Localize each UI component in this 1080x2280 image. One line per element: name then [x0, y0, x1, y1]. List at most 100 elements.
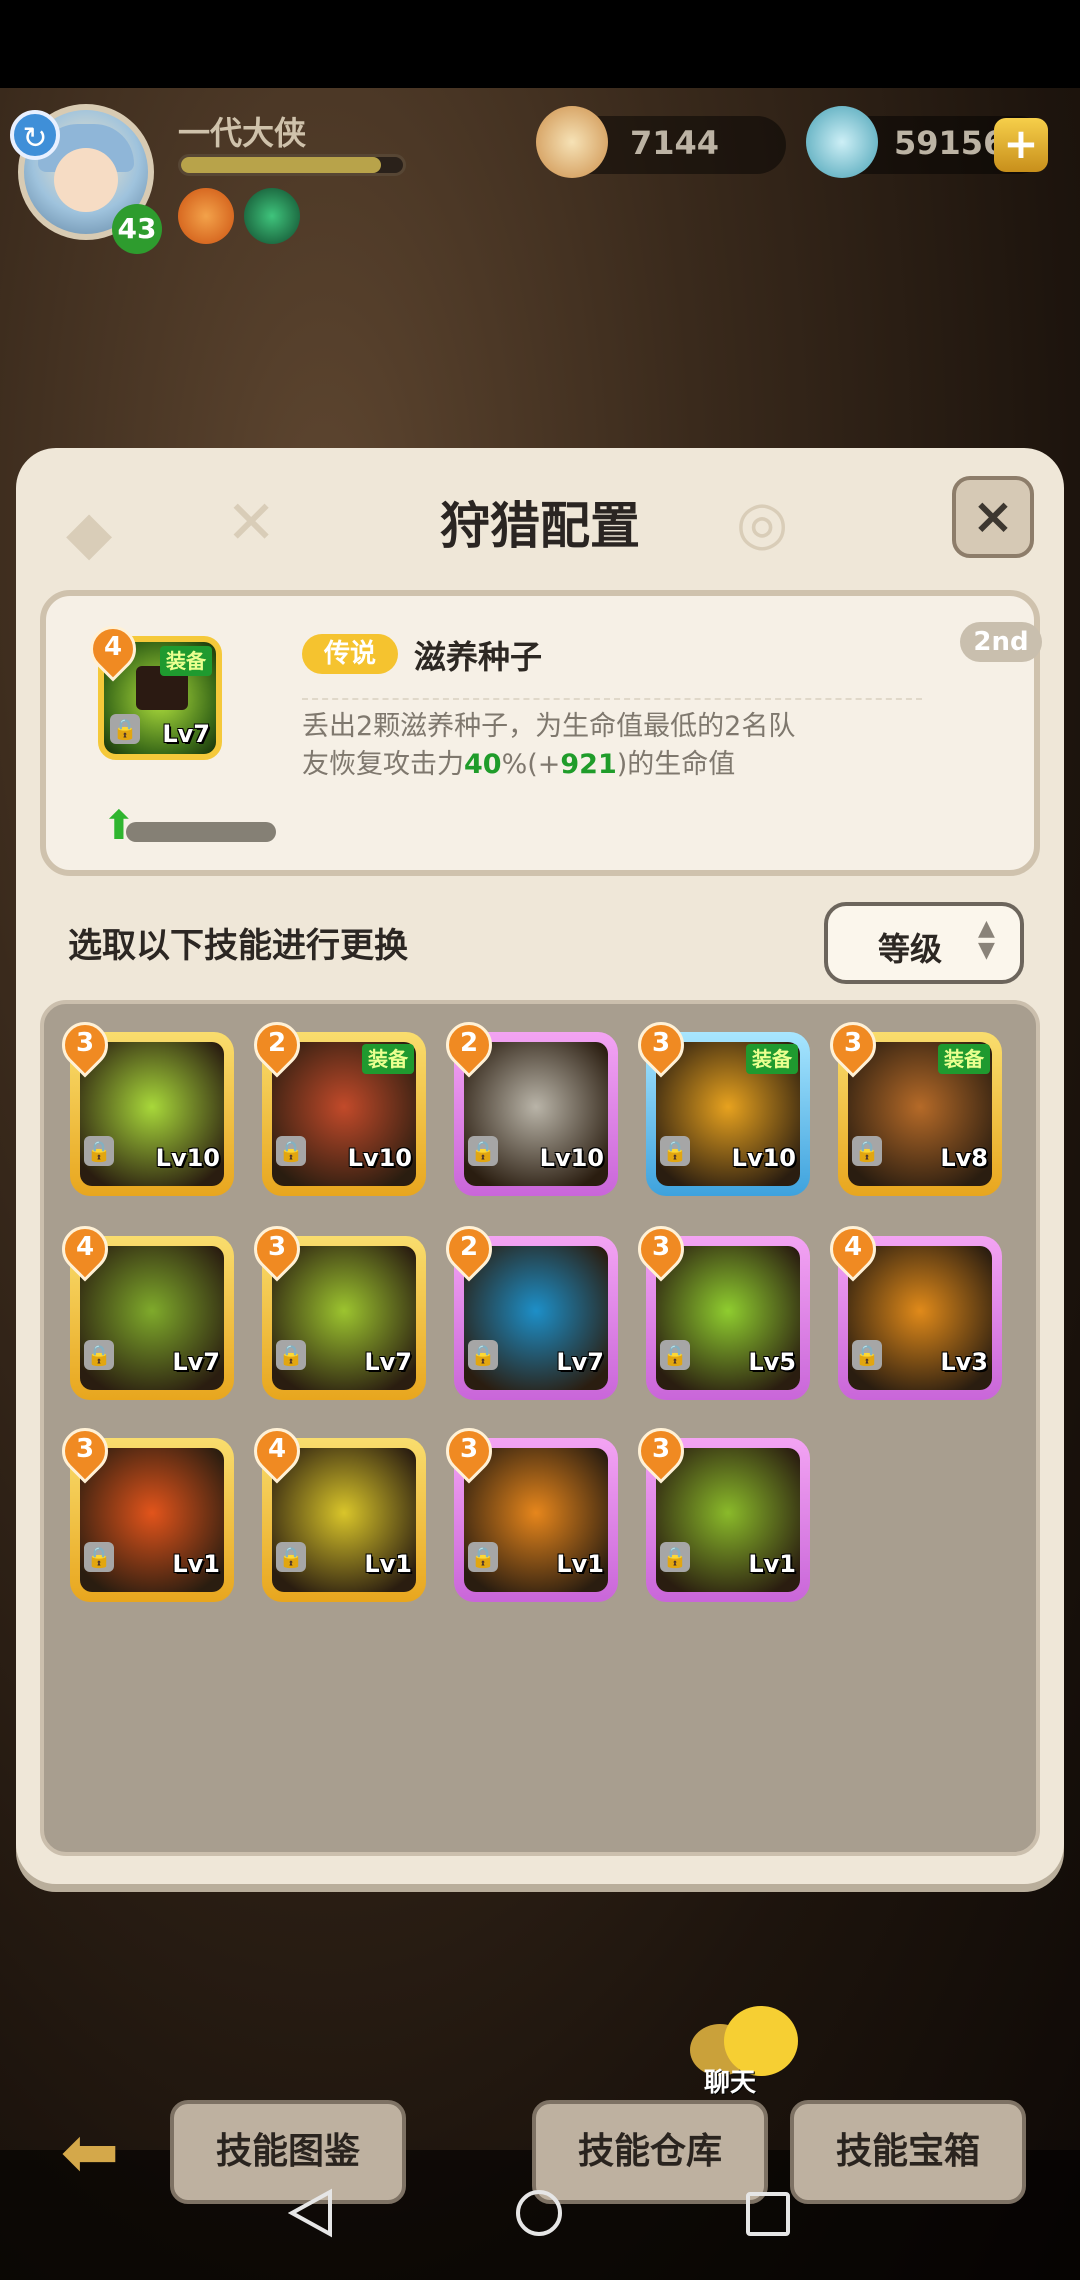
lock-icon: 🔒	[852, 1136, 882, 1166]
lock-icon: 🔒	[852, 1340, 882, 1370]
sort-button[interactable]: 等级 ▲ ▼	[824, 902, 1024, 984]
skill-count: 4	[267, 1434, 287, 1464]
skill-level: Lv8	[940, 1144, 988, 1172]
desc-line-d: )的生命值	[616, 749, 736, 780]
skill-level: Lv7	[556, 1348, 604, 1376]
skill-level: Lv10	[347, 1144, 412, 1172]
skill-count: 3	[75, 1028, 95, 1058]
equip-tag: 装备	[746, 1044, 798, 1074]
skill-tile[interactable]: 🔒 Lv5 3	[628, 1216, 810, 1400]
skill-storage-button[interactable]: 技能仓库	[532, 2100, 768, 2204]
nav-home-icon[interactable]	[516, 2190, 562, 2236]
skill-tile[interactable]: 装备 🔒 Lv10 2	[244, 1012, 426, 1196]
rarity-badge: 传说	[302, 634, 398, 674]
nav-recent-icon[interactable]	[746, 2192, 790, 2236]
skill-count-badge: 3	[436, 1418, 502, 1484]
skill-level: Lv7	[364, 1348, 412, 1376]
player-name: 一代大侠	[178, 114, 307, 152]
lock-icon: 🔒	[84, 1340, 114, 1370]
skill-name: 滋养种子	[414, 638, 543, 676]
buff-green-icon[interactable]	[244, 188, 300, 244]
skill-tile[interactable]: 装备 🔒 Lv8 3	[820, 1012, 1002, 1196]
skill-level: Lv3	[940, 1348, 988, 1376]
back-arrow-icon[interactable]: ⬅	[40, 2108, 140, 2196]
skill-count-badge: 3	[52, 1012, 118, 1078]
skill-tile[interactable]: 🔒 Lv10 3	[52, 1012, 234, 1196]
skill-count-badge: 3	[52, 1418, 118, 1484]
skill-tile[interactable]: 装备 🔒 Lv10 3	[628, 1012, 810, 1196]
skill-level: Lv10	[539, 1144, 604, 1172]
close-icon[interactable]: ×	[952, 476, 1034, 558]
buff-orange-icon[interactable]	[178, 188, 234, 244]
hunting-config-dialog: ◆ ✕ ◎ 狩猎配置 × 装备 🔒 Lv7 4 传说 滋养种子 2nd 丢出2颗…	[16, 448, 1064, 1884]
skill-count-badge: 3	[628, 1012, 694, 1078]
skill-count-badge: 3	[628, 1418, 694, 1484]
player-level-badge: 43	[112, 204, 162, 254]
skill-level: Lv5	[748, 1348, 796, 1376]
lock-icon: 🔒	[468, 1542, 498, 1572]
lock-icon: 🔒	[660, 1340, 690, 1370]
skill-tile[interactable]: 🔒 Lv1 4	[244, 1418, 426, 1602]
upgrade-progress-bar	[126, 822, 276, 842]
nav-back-icon[interactable]	[288, 2188, 334, 2238]
status-bar	[0, 0, 1080, 88]
skill-tile[interactable]: 🔒 Lv10 2	[436, 1012, 618, 1196]
desc-line-a: 丢出2颗滋养种子，为生命值最低的2名队	[302, 711, 796, 742]
lock-icon: 🔒	[468, 1136, 498, 1166]
lock-icon: 🔒	[276, 1542, 306, 1572]
skill-tile[interactable]: 🔒 Lv7 3	[244, 1216, 426, 1400]
selected-skill-panel: 装备 🔒 Lv7 4 传说 滋养种子 2nd 丢出2颗滋养种子，为生命值最低的2…	[40, 590, 1042, 876]
avatar-face	[54, 148, 118, 212]
desc-percent: 40	[464, 749, 502, 780]
replace-prompt: 选取以下技能进行更换	[68, 926, 408, 966]
skill-count: 3	[843, 1028, 863, 1058]
shell-currency-value: 7144	[630, 124, 720, 162]
skill-count-badge: 2	[436, 1216, 502, 1282]
skill-count-badge: 4	[820, 1216, 886, 1282]
lock-icon: 🔒	[84, 1542, 114, 1572]
lock-icon: 🔒	[276, 1340, 306, 1370]
skill-count: 4	[843, 1232, 863, 1262]
skill-count-badge: 2	[244, 1012, 310, 1078]
skill-tile[interactable]: 🔒 Lv1 3	[52, 1418, 234, 1602]
skill-count: 4	[75, 1232, 95, 1262]
upgrade-arrow-icon: ⬆	[102, 803, 136, 849]
skill-tile[interactable]: 🔒 Lv1 3	[436, 1418, 618, 1602]
skill-count-badge: 4	[80, 616, 146, 682]
skill-level: Lv7	[162, 720, 210, 748]
skill-chest-button[interactable]: 技能宝箱	[790, 2100, 1026, 2204]
skill-level: Lv10	[731, 1144, 796, 1172]
skill-tile[interactable]: 🔒 Lv7 4	[52, 1216, 234, 1400]
skill-tile[interactable]: 🔒 Lv7 2	[436, 1216, 618, 1400]
skill-level: Lv1	[364, 1550, 412, 1578]
skill-count: 3	[651, 1028, 671, 1058]
plus-icon[interactable]: +	[994, 118, 1048, 172]
sort-label: 等级	[878, 930, 943, 968]
pearl-currency-icon	[806, 106, 878, 178]
skill-count: 2	[459, 1232, 479, 1262]
desc-bonus: 921	[560, 749, 617, 780]
skill-count: 3	[651, 1232, 671, 1262]
skill-count-badge: 3	[244, 1216, 310, 1282]
skill-count-badge: 4	[244, 1418, 310, 1484]
skill-tile[interactable]: 🔒 Lv3 4	[820, 1216, 1002, 1400]
skill-level: Lv1	[748, 1550, 796, 1578]
pearl-currency-value: 59156	[894, 124, 1006, 162]
back-badge-icon[interactable]: ↻	[10, 110, 60, 160]
skill-tile[interactable]: 🔒 Lv1 3	[628, 1418, 810, 1602]
equip-tag: 装备	[362, 1044, 414, 1074]
rank-badge: 2nd	[960, 622, 1042, 662]
skill-count: 3	[651, 1434, 671, 1464]
lock-icon: 🔒	[110, 714, 140, 744]
skill-description: 丢出2颗滋养种子，为生命值最低的2名队 友恢复攻击力40%(+921)的生命值	[302, 698, 922, 784]
lock-icon: 🔒	[84, 1136, 114, 1166]
xp-fill	[181, 157, 381, 173]
skill-level: Lv7	[172, 1348, 220, 1376]
chat-icon[interactable]: 聊天	[690, 2000, 800, 2098]
desc-percent-sign: %(+	[501, 749, 561, 780]
desc-line-b: 友恢复攻击力	[302, 749, 464, 780]
skill-count-badge: 3	[628, 1216, 694, 1282]
lock-icon: 🔒	[660, 1542, 690, 1572]
xp-bar	[178, 154, 406, 176]
skill-level: Lv10	[155, 1144, 220, 1172]
